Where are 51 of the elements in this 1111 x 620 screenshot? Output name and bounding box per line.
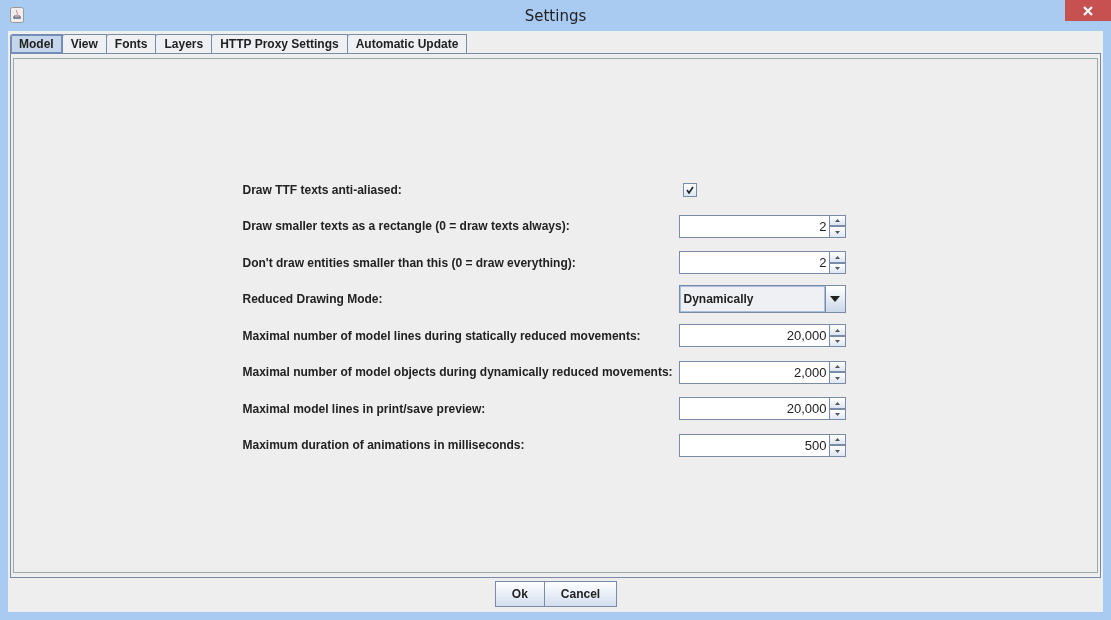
- setting-label: Draw TTF texts anti-aliased:: [242, 182, 403, 197]
- close-icon: [1083, 5, 1093, 16]
- number-field[interactable]: 500: [678, 433, 829, 457]
- increment-button[interactable]: [828, 433, 846, 446]
- up-arrow-icon: [834, 365, 840, 368]
- number-field[interactable]: 2: [678, 214, 829, 238]
- dialog-button[interactable]: Ok: [494, 581, 545, 607]
- close-button[interactable]: [1065, 0, 1111, 21]
- dialog-button[interactable]: Cancel: [543, 581, 618, 607]
- setting-label: Reduced Drawing Mode:: [242, 292, 384, 307]
- increment-button[interactable]: [828, 360, 846, 373]
- decrement-button[interactable]: [828, 226, 846, 238]
- down-arrow-icon: [834, 449, 840, 453]
- down-arrow-icon: [834, 376, 840, 380]
- setting-label: Draw smaller texts as a rectangle (0 = draw texts always):: [242, 219, 571, 234]
- dropdown-arrow-icon: [830, 296, 840, 303]
- number-field[interactable]: 2,000: [678, 360, 829, 384]
- up-arrow-icon: [834, 255, 840, 259]
- decrement-button[interactable]: [828, 372, 846, 384]
- number-field[interactable]: 20,000: [678, 324, 829, 348]
- checkbox[interactable]: [682, 182, 697, 197]
- tab[interactable]: Automatic Update: [346, 34, 468, 53]
- down-arrow-icon: [834, 267, 840, 270]
- mode-dropdown[interactable]: Dynamically: [678, 285, 846, 314]
- decrement-button[interactable]: [828, 445, 846, 457]
- increment-button[interactable]: [828, 214, 846, 227]
- increment-button[interactable]: [828, 397, 846, 409]
- number-field[interactable]: 2: [678, 251, 829, 275]
- setting-label: Maximal number of model objects during dynamically reduced movements:: [242, 365, 674, 380]
- tab[interactable]: Fonts: [105, 34, 157, 53]
- down-arrow-icon: [834, 340, 840, 343]
- tab[interactable]: HTTP Proxy Settings: [211, 34, 348, 53]
- up-arrow-icon: [834, 328, 840, 332]
- increment-button[interactable]: [828, 324, 846, 336]
- up-arrow-icon: [834, 438, 840, 441]
- up-arrow-icon: [834, 401, 840, 405]
- down-arrow-icon: [834, 413, 840, 416]
- tab[interactable]: Layers: [155, 34, 213, 53]
- up-arrow-icon: [834, 219, 840, 222]
- setting-label: Maximal model lines in print/save preview:: [242, 401, 487, 416]
- window-title: Settings: [524, 6, 587, 25]
- setting-label: Maximal number of model lines during statically reduced movements:: [242, 328, 642, 343]
- tab[interactable]: Model: [10, 34, 63, 53]
- check-icon: [685, 185, 694, 194]
- number-field[interactable]: 20,000: [678, 397, 829, 421]
- down-arrow-icon: [834, 230, 840, 234]
- setting-label: Don't draw entities smaller than this (0 = draw everything):: [242, 255, 577, 270]
- cup-icon: [10, 7, 24, 23]
- tab[interactable]: View: [61, 34, 107, 53]
- setting-label: Maximum duration of animations in milliseconds:: [242, 438, 526, 453]
- increment-button[interactable]: [828, 251, 846, 263]
